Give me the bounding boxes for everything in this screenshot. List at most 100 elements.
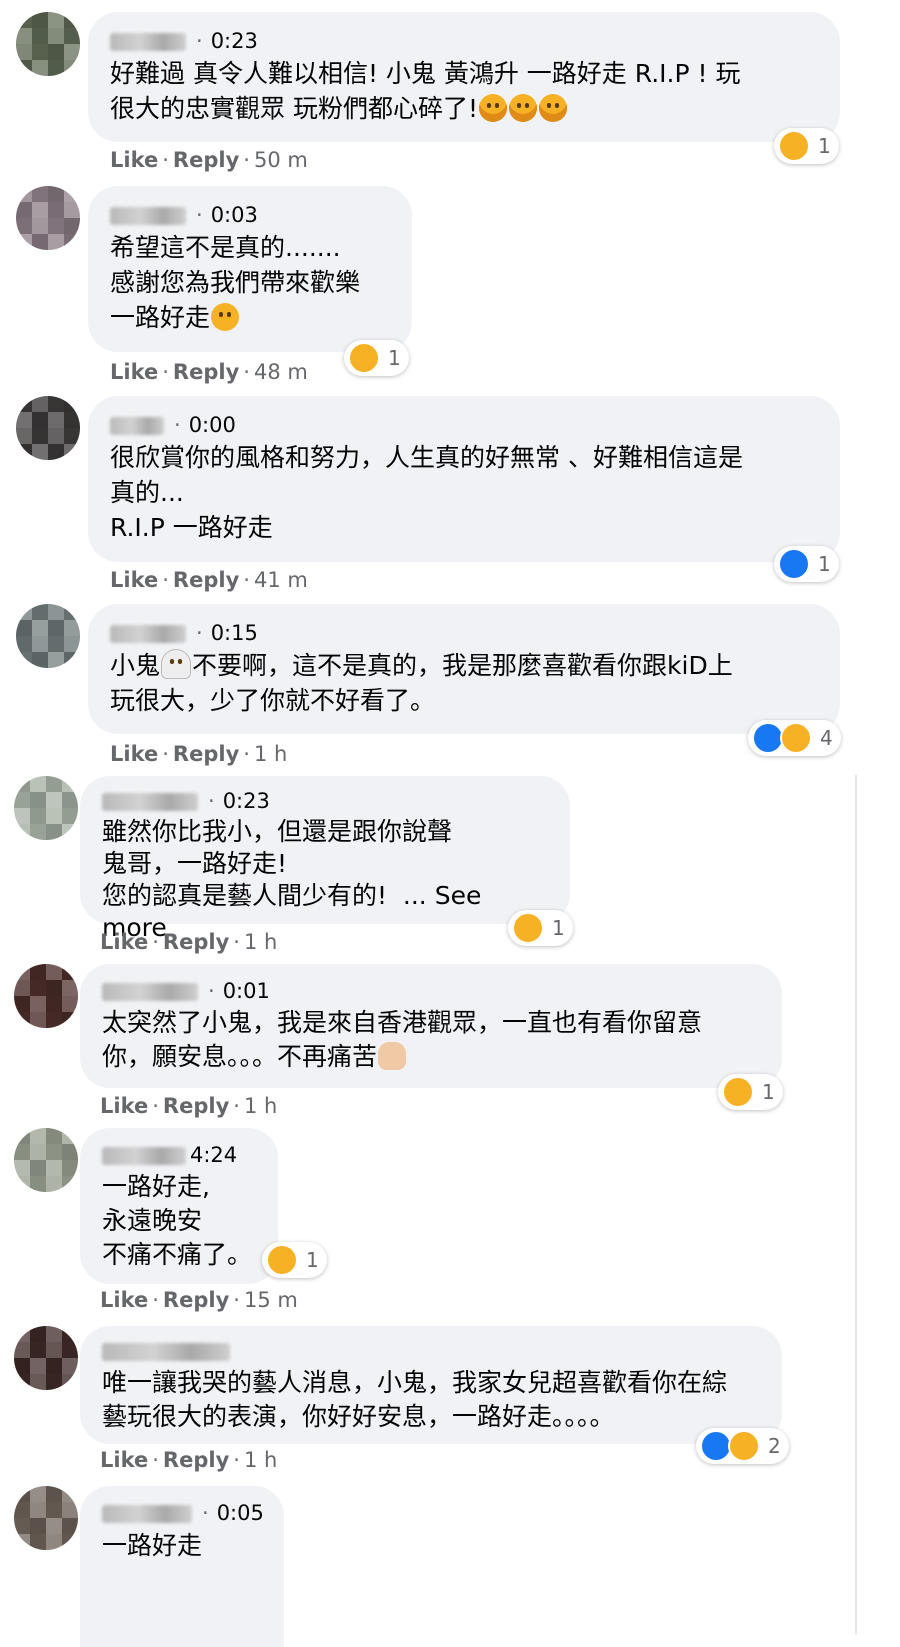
avatar-pixel xyxy=(32,234,48,250)
reply-link[interactable]: Reply xyxy=(163,1448,229,1472)
reply-link[interactable]: Reply xyxy=(173,360,239,384)
comment-meta: · 0:00 xyxy=(110,410,818,440)
comment-time: 0:00 xyxy=(188,413,236,437)
avatar-pixel xyxy=(46,792,62,808)
reply-link[interactable]: Reply xyxy=(163,1094,229,1118)
reaction-summary[interactable]: 1 xyxy=(718,1074,783,1110)
comment-text-body: 雖然你比我小，但還是跟你說聲 鬼哥，一路好走! 您的認真是藝人間少有的! ... xyxy=(102,817,453,910)
avatar[interactable] xyxy=(16,396,80,460)
avatar-pixel xyxy=(64,186,80,202)
like-link[interactable]: Like xyxy=(100,1094,148,1118)
author-name-blurred[interactable] xyxy=(102,1343,230,1361)
avatar[interactable] xyxy=(14,1326,78,1390)
reply-link[interactable]: Reply xyxy=(173,568,239,592)
comment-bubble: · 0:23 好難過 真令人難以相信! 小鬼 黃鴻升 一路好走 R.I.P ! 玩… xyxy=(88,12,840,142)
avatar-pixel xyxy=(62,964,78,980)
avatar-pixel xyxy=(46,1326,62,1342)
avatar-pixel xyxy=(48,636,64,652)
avatar[interactable] xyxy=(14,1128,78,1192)
reaction-count: 2 xyxy=(768,1434,781,1458)
author-name-blurred[interactable] xyxy=(110,33,186,51)
comment-age[interactable]: 1 h xyxy=(244,1448,277,1472)
reply-link[interactable]: Reply xyxy=(173,742,239,766)
reply-link[interactable]: Reply xyxy=(173,148,239,172)
reply-link[interactable]: Reply xyxy=(163,1288,229,1312)
comment-age[interactable]: 1 h xyxy=(254,742,287,766)
avatar-pixel xyxy=(30,824,46,840)
reaction-summary[interactable]: 1 xyxy=(508,910,573,946)
avatar-pixel xyxy=(30,1160,46,1176)
like-link[interactable]: Like xyxy=(110,360,158,384)
comment-text-body: 好難過 真令人難以相信! 小鬼 黃鴻升 一路好走 R.I.P ! 玩 很大的忠實… xyxy=(110,59,741,123)
reaction-summary[interactable]: 1 xyxy=(774,546,839,582)
author-name-blurred[interactable] xyxy=(102,983,198,1001)
comment-age[interactable]: 15 m xyxy=(244,1288,298,1312)
author-name-blurred[interactable] xyxy=(102,793,198,811)
avatar-pixel xyxy=(48,620,64,636)
avatar-pixel xyxy=(62,1326,78,1342)
reaction-summary[interactable]: 2 xyxy=(696,1428,789,1464)
comment-age[interactable]: 41 m xyxy=(254,568,308,592)
comment-meta: · 0:23 xyxy=(102,786,548,816)
avatar-pixel xyxy=(64,202,80,218)
avatar-pixel xyxy=(32,620,48,636)
avatar-pixel xyxy=(32,44,48,60)
avatar-pixel xyxy=(62,996,78,1012)
comment-age[interactable]: 48 m xyxy=(254,360,308,384)
like-link[interactable]: Like xyxy=(100,930,148,954)
author-name-blurred[interactable] xyxy=(102,1505,192,1523)
author-name-blurred[interactable] xyxy=(102,1147,186,1165)
reply-link[interactable]: Reply xyxy=(163,930,229,954)
comment-time: 0:01 xyxy=(222,979,270,1003)
comment-meta xyxy=(102,1336,760,1366)
comment-age[interactable]: 1 h xyxy=(244,1094,277,1118)
avatar[interactable] xyxy=(16,12,80,76)
author-name-blurred[interactable] xyxy=(110,207,186,225)
avatar[interactable] xyxy=(16,604,80,668)
avatar-pixel xyxy=(32,218,48,234)
avatar-pixel xyxy=(16,428,32,444)
avatar-pixel xyxy=(16,604,32,620)
avatar-pixel xyxy=(62,792,78,808)
sad-reaction-icon xyxy=(780,722,812,754)
avatar-pixel xyxy=(64,44,80,60)
reaction-count: 1 xyxy=(818,134,831,158)
author-name-blurred[interactable] xyxy=(110,625,186,643)
avatar-pixel xyxy=(46,1128,62,1144)
comment-actions: Like · Reply · 1 h xyxy=(110,742,288,766)
like-link[interactable]: Like xyxy=(110,568,158,592)
avatar-pixel xyxy=(46,1144,62,1160)
avatar-pixel xyxy=(48,396,64,412)
avatar-pixel xyxy=(16,652,32,668)
author-name-blurred[interactable] xyxy=(110,417,164,435)
comment-age[interactable]: 50 m xyxy=(254,148,308,172)
comment-bubble: 唯一讓我哭的藝人消息，小鬼，我家女兒超喜歡看你在綜 藝玩很大的表演，你好好安息，… xyxy=(80,1326,782,1444)
comment-actions: Like · Reply · 48 m xyxy=(110,360,308,384)
avatar[interactable] xyxy=(14,776,78,840)
reaction-summary[interactable]: 1 xyxy=(262,1242,327,1278)
reaction-summary[interactable]: 1 xyxy=(774,128,839,164)
like-link[interactable]: Like xyxy=(110,148,158,172)
reaction-summary[interactable]: 1 xyxy=(344,340,409,376)
avatar-pixel xyxy=(30,996,46,1012)
comment-text-body: 不要啊，這不是真的，我是那麼喜歡看你跟kiD上 玩很大，少了你就不好看了。 xyxy=(110,651,733,715)
like-link[interactable]: Like xyxy=(100,1288,148,1312)
avatar-pixel xyxy=(48,444,64,460)
comment-actions: Like · Reply · 1 h xyxy=(100,930,278,954)
avatar-pixel xyxy=(62,1176,78,1192)
avatar-pixel xyxy=(46,1374,62,1390)
comment-age[interactable]: 1 h xyxy=(244,930,277,954)
like-link[interactable]: Like xyxy=(100,1448,148,1472)
avatar-pixel xyxy=(16,28,32,44)
avatar[interactable] xyxy=(14,1486,78,1550)
avatar-pixel xyxy=(32,28,48,44)
like-link[interactable]: Like xyxy=(110,742,158,766)
avatar[interactable] xyxy=(16,186,80,250)
avatar-pixel xyxy=(46,1342,62,1358)
avatar-pixel xyxy=(16,444,32,460)
reaction-summary[interactable]: 4 xyxy=(748,720,841,756)
avatar[interactable] xyxy=(14,964,78,1028)
avatar-pixel xyxy=(30,1518,46,1534)
avatar-pixel xyxy=(32,12,48,28)
avatar-pixel xyxy=(30,1502,46,1518)
